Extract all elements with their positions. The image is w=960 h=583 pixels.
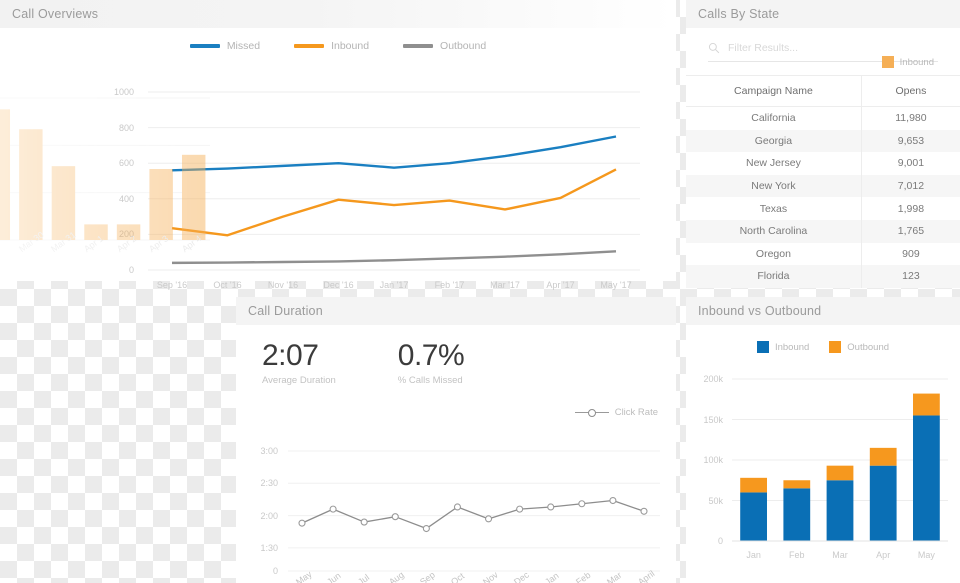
panel-title: Call Duration: [248, 304, 323, 318]
faded-inbound-plot: Mar 30 Mar 31 Apr 1 Apr 2 Apr 3 Apr 4: [0, 90, 228, 286]
bar-segment-inbound: [913, 415, 940, 541]
y-axis-label: 2:30: [260, 478, 278, 489]
kpi-value: 0.7%: [397, 339, 465, 372]
legend-item-inbound[interactable]: Inbound: [756, 341, 810, 353]
x-axis-label: May: [917, 550, 935, 560]
legend-label: Inbound: [774, 341, 810, 353]
kpi-percent-calls-missed: 0.7% % Calls Missed: [397, 339, 465, 386]
legend-swatch-square: [829, 341, 842, 353]
data-point-marker[interactable]: [329, 505, 337, 513]
data-point-marker[interactable]: [453, 503, 462, 511]
kpi-label: % Calls Missed: [397, 375, 463, 386]
bar-segment-outbound: [869, 447, 897, 466]
x-axis-label: Mar: [832, 550, 848, 560]
inbound-vs-outbound-header: Inbound vs Outbound: [686, 297, 960, 325]
legend-label: Click Rate: [614, 407, 658, 418]
data-point-marker[interactable]: [516, 505, 524, 513]
data-point-marker[interactable]: [298, 519, 306, 527]
dashboard-root: Call Overviews Missed Inbound Outbound 0…: [0, 0, 960, 583]
data-point-marker[interactable]: [640, 507, 648, 515]
bar-segment-inbound: [869, 465, 897, 541]
y-axis-label: 100k: [703, 455, 723, 465]
data-point-marker[interactable]: [391, 513, 399, 521]
data-point-marker[interactable]: [578, 500, 586, 508]
kpi-label: Average Duration: [262, 375, 336, 386]
faded-inbound-legend: Inbound: [0, 0, 960, 68]
kpi-value: 2:07: [262, 339, 319, 372]
bar-segment-outbound: [783, 480, 811, 489]
x-axis-label: Apr: [876, 550, 891, 560]
call-duration-header: Call Duration: [236, 297, 676, 325]
y-axis-label: 200k: [703, 374, 723, 384]
bar-inbound: [0, 109, 11, 240]
y-axis-label: 2:00: [260, 510, 278, 521]
legend-item-click-rate[interactable]: Click Rate: [574, 407, 658, 418]
panel-call-duration: Call Duration 2:07 Average Duration 0.7%…: [236, 297, 676, 583]
y-axis-label: 3:00: [260, 445, 278, 456]
data-point-marker[interactable]: [422, 524, 430, 533]
y-axis-label: 50k: [708, 495, 723, 506]
panel-faded-inbound: Inbound Mar 30 Mar 31 Apr 1 Apr 2 Apr 3 Apr 4: [0, 0, 934, 286]
y-axis-label: 0: [272, 566, 278, 576]
bar-segment-inbound: [783, 488, 811, 541]
y-axis-label: 150k: [703, 414, 723, 425]
panel-title: Inbound vs Outbound: [698, 304, 822, 318]
data-point-marker[interactable]: [484, 515, 493, 523]
legend-swatch-square: [756, 341, 769, 353]
bar-segment-outbound: [913, 393, 940, 416]
bar-inbound: [149, 169, 173, 240]
y-axis-label: 0: [717, 536, 723, 546]
panel-inbound-vs-outbound: Inbound vs Outbound Inbound Outbound 0 50…: [686, 297, 960, 583]
inbound-vs-outbound-plot: 0 50k 100k 150k 200k Jan Feb Mar Apr May: [686, 369, 960, 583]
bar-segment-inbound: [826, 480, 854, 541]
call-duration-plot: 0 1:30 2:00 2:30 3:00 May Jun Jul Aug Sep Oct Nov De…: [236, 425, 676, 583]
legend-item-inbound[interactable]: Inbound: [881, 56, 934, 68]
legend-label: Outbound: [847, 341, 890, 353]
x-axis-label: Jan: [746, 550, 761, 560]
legend-swatch-line: [574, 408, 609, 417]
legend-item-outbound[interactable]: Outbound: [829, 341, 889, 353]
legend-label: Inbound: [899, 56, 934, 68]
kpi-average-duration: 2:07 Average Duration: [262, 339, 336, 386]
bar-inbound: [19, 129, 43, 240]
call-duration-kpis: 2:07 Average Duration 0.7% % Calls Misse…: [236, 325, 676, 386]
x-axis-label: Feb: [789, 550, 805, 560]
bar-segment-inbound: [740, 492, 767, 541]
legend-marker-dot: [587, 408, 596, 417]
bar-segment-outbound: [740, 477, 767, 493]
data-point-marker[interactable]: [360, 518, 368, 526]
data-point-marker[interactable]: [547, 503, 555, 511]
legend-swatch-square: [881, 56, 894, 68]
bar-segment-outbound: [826, 465, 854, 481]
y-axis-label: 1:30: [260, 542, 278, 553]
inbound-vs-outbound-legend: Inbound Outbound: [686, 325, 960, 353]
series-line-click-rate: [301, 499, 645, 530]
bar-inbound: [181, 154, 206, 240]
data-point-marker[interactable]: [609, 496, 617, 505]
